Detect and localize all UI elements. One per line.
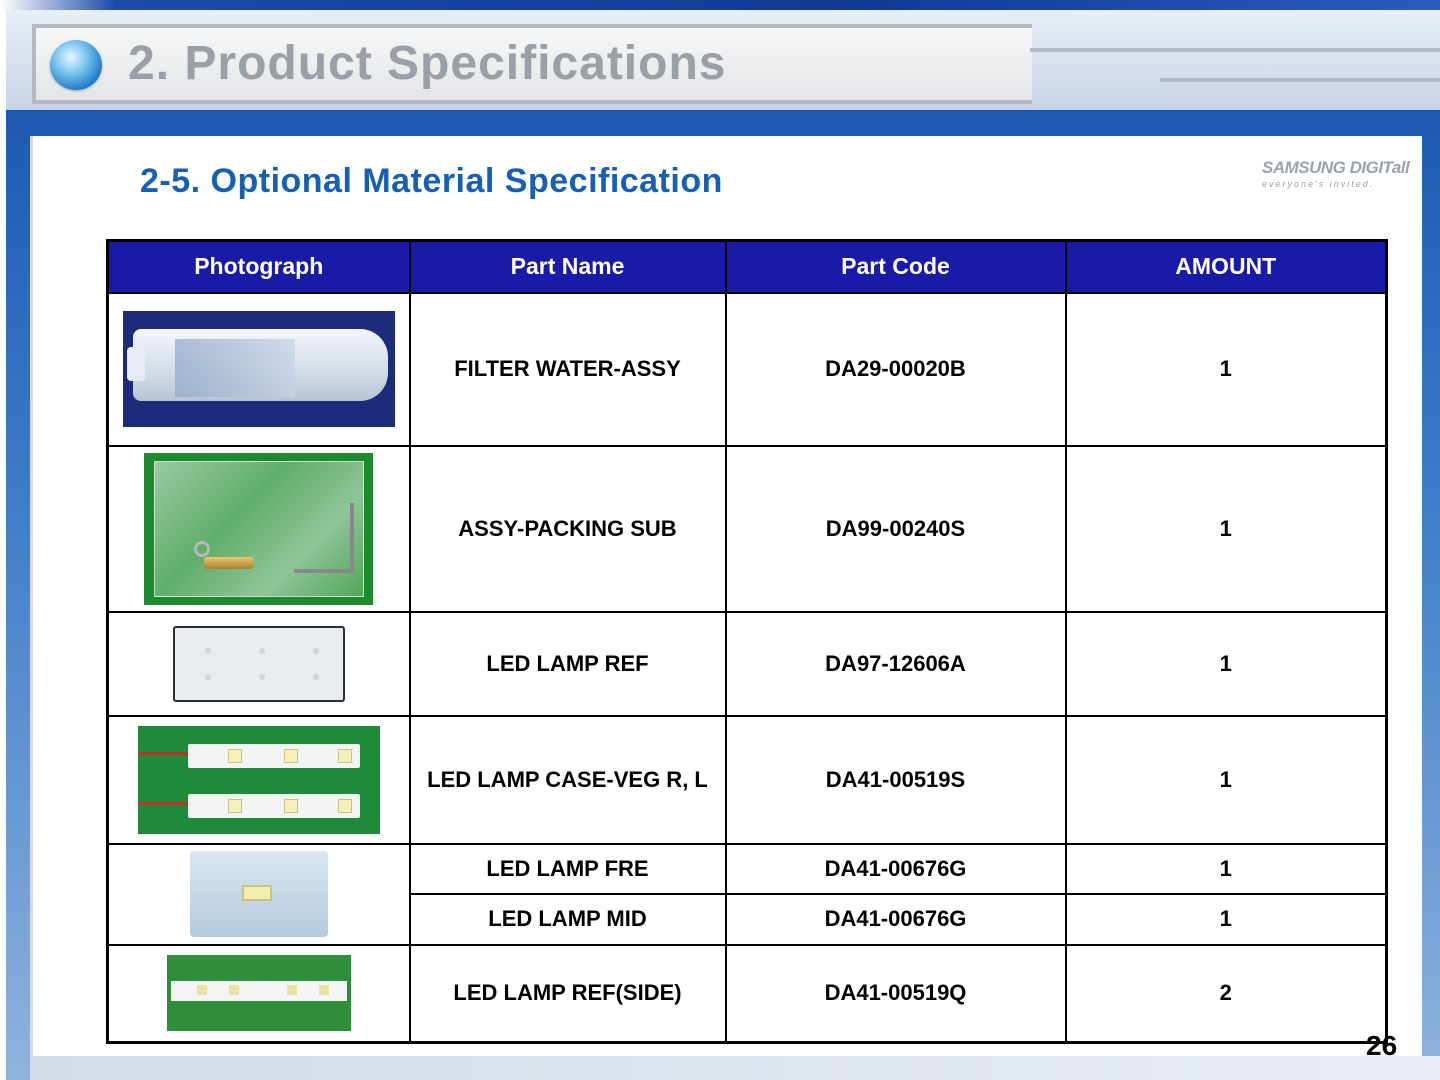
water-filter-photo — [122, 311, 395, 427]
photo-cell — [106, 444, 411, 613]
amount-cell: 1 — [1064, 842, 1388, 895]
table-row: LED LAMP CASE-VEG R, L DA41-00519S 1 — [106, 714, 1388, 845]
part-name-cell: LED LAMP MID — [408, 892, 727, 946]
part-name-cell: LED LAMP REF — [408, 610, 727, 717]
table-row: FILTER WATER-ASSY DA29-00020B 1 — [106, 291, 1388, 447]
photo-cell — [106, 842, 411, 946]
part-name-cell: LED LAMP FRE — [408, 842, 727, 895]
amount-cell: 1 — [1064, 714, 1388, 845]
header-divider-lower — [1160, 78, 1440, 82]
section-title: 2-5. Optional Material Specification — [140, 162, 723, 200]
led-lamp-ref-photo — [172, 625, 345, 702]
photo-cell — [106, 610, 411, 717]
amount-cell: 2 — [1064, 943, 1388, 1044]
photo-cell — [106, 943, 411, 1044]
part-name-cell: ASSY-PACKING SUB — [408, 444, 727, 613]
optional-material-table: Photograph Part Name Part Code AMOUNT FI… — [106, 239, 1388, 1044]
table-row: LED LAMP REF(SIDE) DA41-00519Q 2 — [106, 943, 1388, 1044]
table-row: LED LAMP REF DA97-12606A 1 — [106, 610, 1388, 717]
packing-sub-photo — [144, 452, 374, 605]
column-header-part-name: Part Name — [408, 239, 727, 294]
part-name-cell: FILTER WATER-ASSY — [408, 291, 727, 447]
page-title: 2. Product Specifications — [128, 37, 727, 90]
part-code-cell: DA97-12606A — [724, 610, 1067, 717]
part-code-cell: DA41-00676G — [724, 842, 1067, 895]
photo-cell — [106, 291, 411, 447]
photo-cell — [106, 714, 411, 845]
amount-cell: 1 — [1064, 291, 1388, 447]
part-name-cell: LED LAMP CASE-VEG R, L — [408, 714, 727, 845]
led-lamp-case-veg-photo — [137, 725, 380, 834]
top-stripe — [0, 0, 1440, 10]
page-number: 26 — [1366, 1030, 1398, 1061]
column-header-amount: AMOUNT — [1064, 239, 1388, 294]
table-row: LED LAMP FRE DA41-00676G 1 — [106, 842, 1388, 946]
part-code-cell: DA41-00519Q — [724, 943, 1067, 1044]
column-header-photograph: Photograph — [106, 239, 411, 294]
part-name-cell: LED LAMP REF(SIDE) — [408, 943, 727, 1044]
amount-cell: 1 — [1064, 610, 1388, 717]
bottom-stripe — [30, 1056, 1440, 1080]
led-lamp-fre-mid-photo — [189, 851, 328, 937]
part-code-cell: DA29-00020B — [724, 291, 1067, 447]
samsung-digitall-logo: SAMSUNG DIGITall everyone's invited. — [1262, 158, 1412, 194]
header-divider — [1030, 48, 1440, 52]
led-lamp-ref-side-photo — [166, 955, 351, 1032]
globe-icon — [50, 40, 102, 90]
amount-cell: 1 — [1064, 444, 1388, 613]
logo-wordmark: SAMSUNG DIGITall — [1262, 158, 1410, 177]
column-header-part-code: Part Code — [724, 239, 1067, 294]
part-code-cell: DA41-00676G — [724, 892, 1067, 946]
part-code-cell: DA99-00240S — [724, 444, 1067, 613]
part-code-cell: DA41-00519S — [724, 714, 1067, 845]
amount-cell: 1 — [1064, 892, 1388, 946]
logo-tagline: everyone's invited. — [1262, 179, 1375, 189]
table-row: ASSY-PACKING SUB DA99-00240S 1 — [106, 444, 1388, 613]
table-header-row: Photograph Part Name Part Code AMOUNT — [106, 239, 1388, 294]
